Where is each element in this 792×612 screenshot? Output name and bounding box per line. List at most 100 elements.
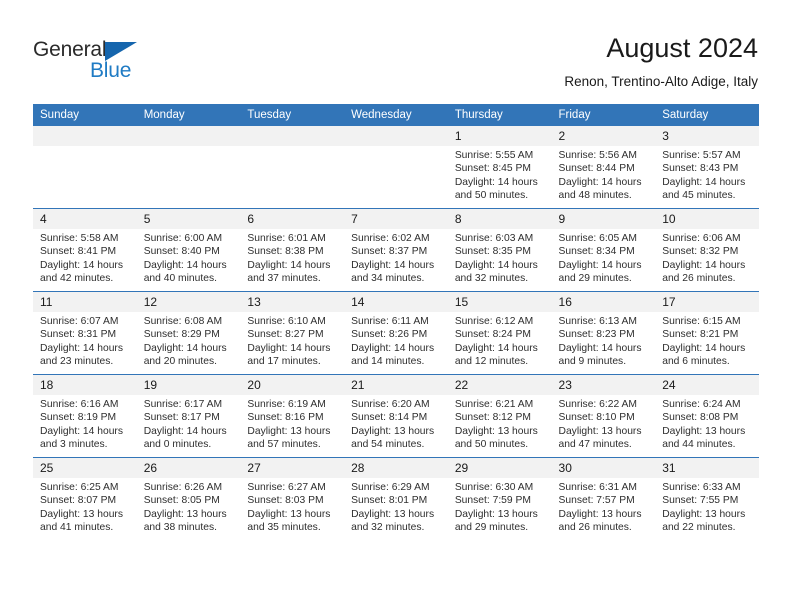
daylight-text-line1: Daylight: 14 hours [662,259,746,271]
day-number: 4 [33,209,137,229]
calendar-cell[interactable]: 18 Sunrise: 6:16 AM Sunset: 8:19 PM Dayligh… [33,374,137,458]
calendar-week-row: 11 Sunrise: 6:07 AM Sunset: 8:31 PM Dayligh… [33,291,759,375]
daylight-text-line1: Daylight: 13 hours [247,508,331,520]
sunrise-text: Sunrise: 6:03 AM [454,233,534,244]
calendar-cell[interactable]: 10 Sunrise: 6:06 AM Sunset: 8:32 PM Dayligh… [655,208,759,292]
calendar-cell[interactable]: 15 Sunrise: 6:12 AM Sunset: 8:24 PM Dayligh… [447,291,552,375]
calendar-cell[interactable]: 4 Sunrise: 5:58 AM Sunset: 8:41 PM Daylight… [33,208,137,292]
daylight-text-line1: Daylight: 13 hours [454,425,538,437]
sunrise-text: Sunrise: 6:15 AM [662,316,741,327]
sunset-text: Sunset: 7:57 PM [558,495,635,507]
daylight-text-line1: Daylight: 13 hours [558,508,642,520]
day-number: 13 [240,292,345,312]
day-number: 10 [655,209,759,229]
calendar-cell[interactable]: 20 Sunrise: 6:19 AM Sunset: 8:16 PM Dayligh… [240,374,345,458]
calendar-cell[interactable]: 22 Sunrise: 6:21 AM Sunset: 8:12 PM Dayligh… [447,374,552,458]
day-number: 18 [33,375,137,395]
day-sun-info: Sunrise: 5:58 AM Sunset: 8:41 PM Daylight:… [33,229,137,286]
day-sun-info: Sunrise: 6:25 AM Sunset: 8:07 PM Daylight:… [33,478,137,535]
calendar-cell[interactable]: 30 Sunrise: 6:31 AM Sunset: 7:57 PM Dayligh… [551,457,656,540]
sunset-text: Sunset: 8:23 PM [558,329,635,341]
calendar-cell[interactable]: 6 Sunrise: 6:01 AM Sunset: 8:38 PM Daylight… [240,208,345,292]
calendar-cell[interactable]: 28 Sunrise: 6:29 AM Sunset: 8:01 PM Dayligh… [344,457,448,540]
daylight-text-line1: Daylight: 14 hours [558,259,642,271]
day-number: 28 [344,458,448,478]
calendar-table: Sunday Monday Tuesday Wednesday Thursday… [33,104,759,540]
calendar-cell[interactable]: 24 Sunrise: 6:24 AM Sunset: 8:08 PM Dayligh… [655,374,759,458]
sunset-text: Sunset: 7:59 PM [454,495,531,507]
calendar-cell[interactable]: 27 Sunrise: 6:27 AM Sunset: 8:03 PM Dayligh… [240,457,345,540]
daylight-text-line2: and 37 minutes. [247,273,321,285]
daylight-text-line2: and 35 minutes. [247,522,321,534]
daylight-text-line2: and 32 minutes. [351,522,425,534]
day-number: 26 [136,458,241,478]
daylight-text-line1: Daylight: 14 hours [143,425,227,437]
general-blue-logo[interactable]: General Blue [33,38,153,84]
calendar-cell[interactable]: 3 Sunrise: 5:57 AM Sunset: 8:43 PM Daylight… [655,126,759,209]
day-sun-info: Sunrise: 6:17 AM Sunset: 8:17 PM Daylight:… [137,395,241,452]
daylight-text-line2: and 14 minutes. [351,356,425,368]
daylight-text-line2: and 48 minutes. [558,190,632,202]
page-title: August 2024 [606,33,758,63]
daylight-text-line1: Daylight: 13 hours [662,508,746,520]
page-header: General Blue August 2024 Renon, Trentino… [0,0,792,100]
calendar-cell[interactable]: 29 Sunrise: 6:30 AM Sunset: 7:59 PM Dayligh… [447,457,552,540]
calendar-cell[interactable]: 16 Sunrise: 6:13 AM Sunset: 8:23 PM Dayligh… [551,291,656,375]
sunset-text: Sunset: 8:29 PM [143,329,220,341]
daylight-text-line2: and 3 minutes. [40,439,108,451]
calendar-cell[interactable]: 2 Sunrise: 5:56 AM Sunset: 8:44 PM Daylight… [551,126,656,209]
calendar-cell[interactable]: 25 Sunrise: 6:25 AM Sunset: 8:07 PM Dayligh… [33,457,137,540]
day-sun-info: Sunrise: 6:30 AM Sunset: 7:59 PM Daylight:… [448,478,552,535]
sunrise-text: Sunrise: 6:21 AM [454,399,534,410]
day-sun-info: Sunrise: 6:01 AM Sunset: 8:38 PM Daylight:… [240,229,344,286]
sunrise-text: Sunrise: 6:30 AM [454,482,534,493]
sunset-text: Sunset: 8:34 PM [558,246,635,258]
calendar-cell-empty [240,126,345,209]
sunset-text: Sunset: 8:26 PM [351,329,428,341]
daylight-text-line2: and 20 minutes. [143,356,217,368]
day-number [344,126,448,146]
calendar-cell[interactable]: 26 Sunrise: 6:26 AM Sunset: 8:05 PM Dayligh… [136,457,241,540]
sunset-text: Sunset: 8:16 PM [247,412,324,424]
daylight-text-line2: and 42 minutes. [40,273,114,285]
calendar-cell[interactable]: 9 Sunrise: 6:05 AM Sunset: 8:34 PM Daylight… [551,208,656,292]
day-number [136,126,241,146]
day-number: 2 [551,126,656,146]
daylight-text-line1: Daylight: 14 hours [247,342,331,354]
daylight-text-line1: Daylight: 13 hours [454,508,538,520]
day-sun-info: Sunrise: 6:31 AM Sunset: 7:57 PM Daylight:… [552,478,656,535]
calendar-cell[interactable]: 5 Sunrise: 6:00 AM Sunset: 8:40 PM Daylight… [136,208,241,292]
day-sun-info: Sunrise: 6:10 AM Sunset: 8:27 PM Daylight:… [240,312,344,369]
calendar-cell[interactable]: 7 Sunrise: 6:02 AM Sunset: 8:37 PM Daylight… [344,208,448,292]
daylight-text-line1: Daylight: 14 hours [454,176,538,188]
weekday-header-tuesday: Tuesday [240,104,345,126]
calendar-cell[interactable]: 11 Sunrise: 6:07 AM Sunset: 8:31 PM Dayligh… [33,291,137,375]
sunset-text: Sunset: 8:17 PM [143,412,220,424]
daylight-text-line2: and 38 minutes. [143,522,217,534]
day-number: 14 [344,292,448,312]
calendar-cell[interactable]: 31 Sunrise: 6:33 AM Sunset: 7:55 PM Dayligh… [655,457,759,540]
daylight-text-line2: and 26 minutes. [558,522,632,534]
calendar-cell[interactable]: 14 Sunrise: 6:11 AM Sunset: 8:26 PM Dayligh… [344,291,448,375]
day-number: 23 [551,375,656,395]
sunset-text: Sunset: 8:27 PM [247,329,324,341]
daylight-text-line1: Daylight: 14 hours [40,425,123,437]
calendar-cell[interactable]: 12 Sunrise: 6:08 AM Sunset: 8:29 PM Dayligh… [136,291,241,375]
page-subtitle: Renon, Trentino-Alto Adige, Italy [564,74,758,89]
weekday-header-friday: Friday [551,104,656,126]
daylight-text-line2: and 26 minutes. [662,273,736,285]
calendar-cell[interactable]: 1 Sunrise: 5:55 AM Sunset: 8:45 PM Daylight… [447,126,552,209]
daylight-text-line2: and 29 minutes. [558,273,632,285]
daylight-text-line1: Daylight: 14 hours [662,176,746,188]
sunrise-text: Sunrise: 6:29 AM [351,482,430,493]
calendar-cell[interactable]: 8 Sunrise: 6:03 AM Sunset: 8:35 PM Daylight… [447,208,552,292]
calendar-cell[interactable]: 23 Sunrise: 6:22 AM Sunset: 8:10 PM Dayligh… [551,374,656,458]
calendar-cell[interactable]: 17 Sunrise: 6:15 AM Sunset: 8:21 PM Dayligh… [655,291,759,375]
sunrise-text: Sunrise: 6:27 AM [247,482,326,493]
calendar-cell[interactable]: 21 Sunrise: 6:20 AM Sunset: 8:14 PM Dayligh… [344,374,448,458]
calendar-cell[interactable]: 13 Sunrise: 6:10 AM Sunset: 8:27 PM Dayligh… [240,291,345,375]
sunrise-text: Sunrise: 6:33 AM [662,482,741,493]
calendar-cell-empty [33,126,137,209]
calendar-cell[interactable]: 19 Sunrise: 6:17 AM Sunset: 8:17 PM Dayligh… [136,374,241,458]
day-number: 22 [447,375,552,395]
